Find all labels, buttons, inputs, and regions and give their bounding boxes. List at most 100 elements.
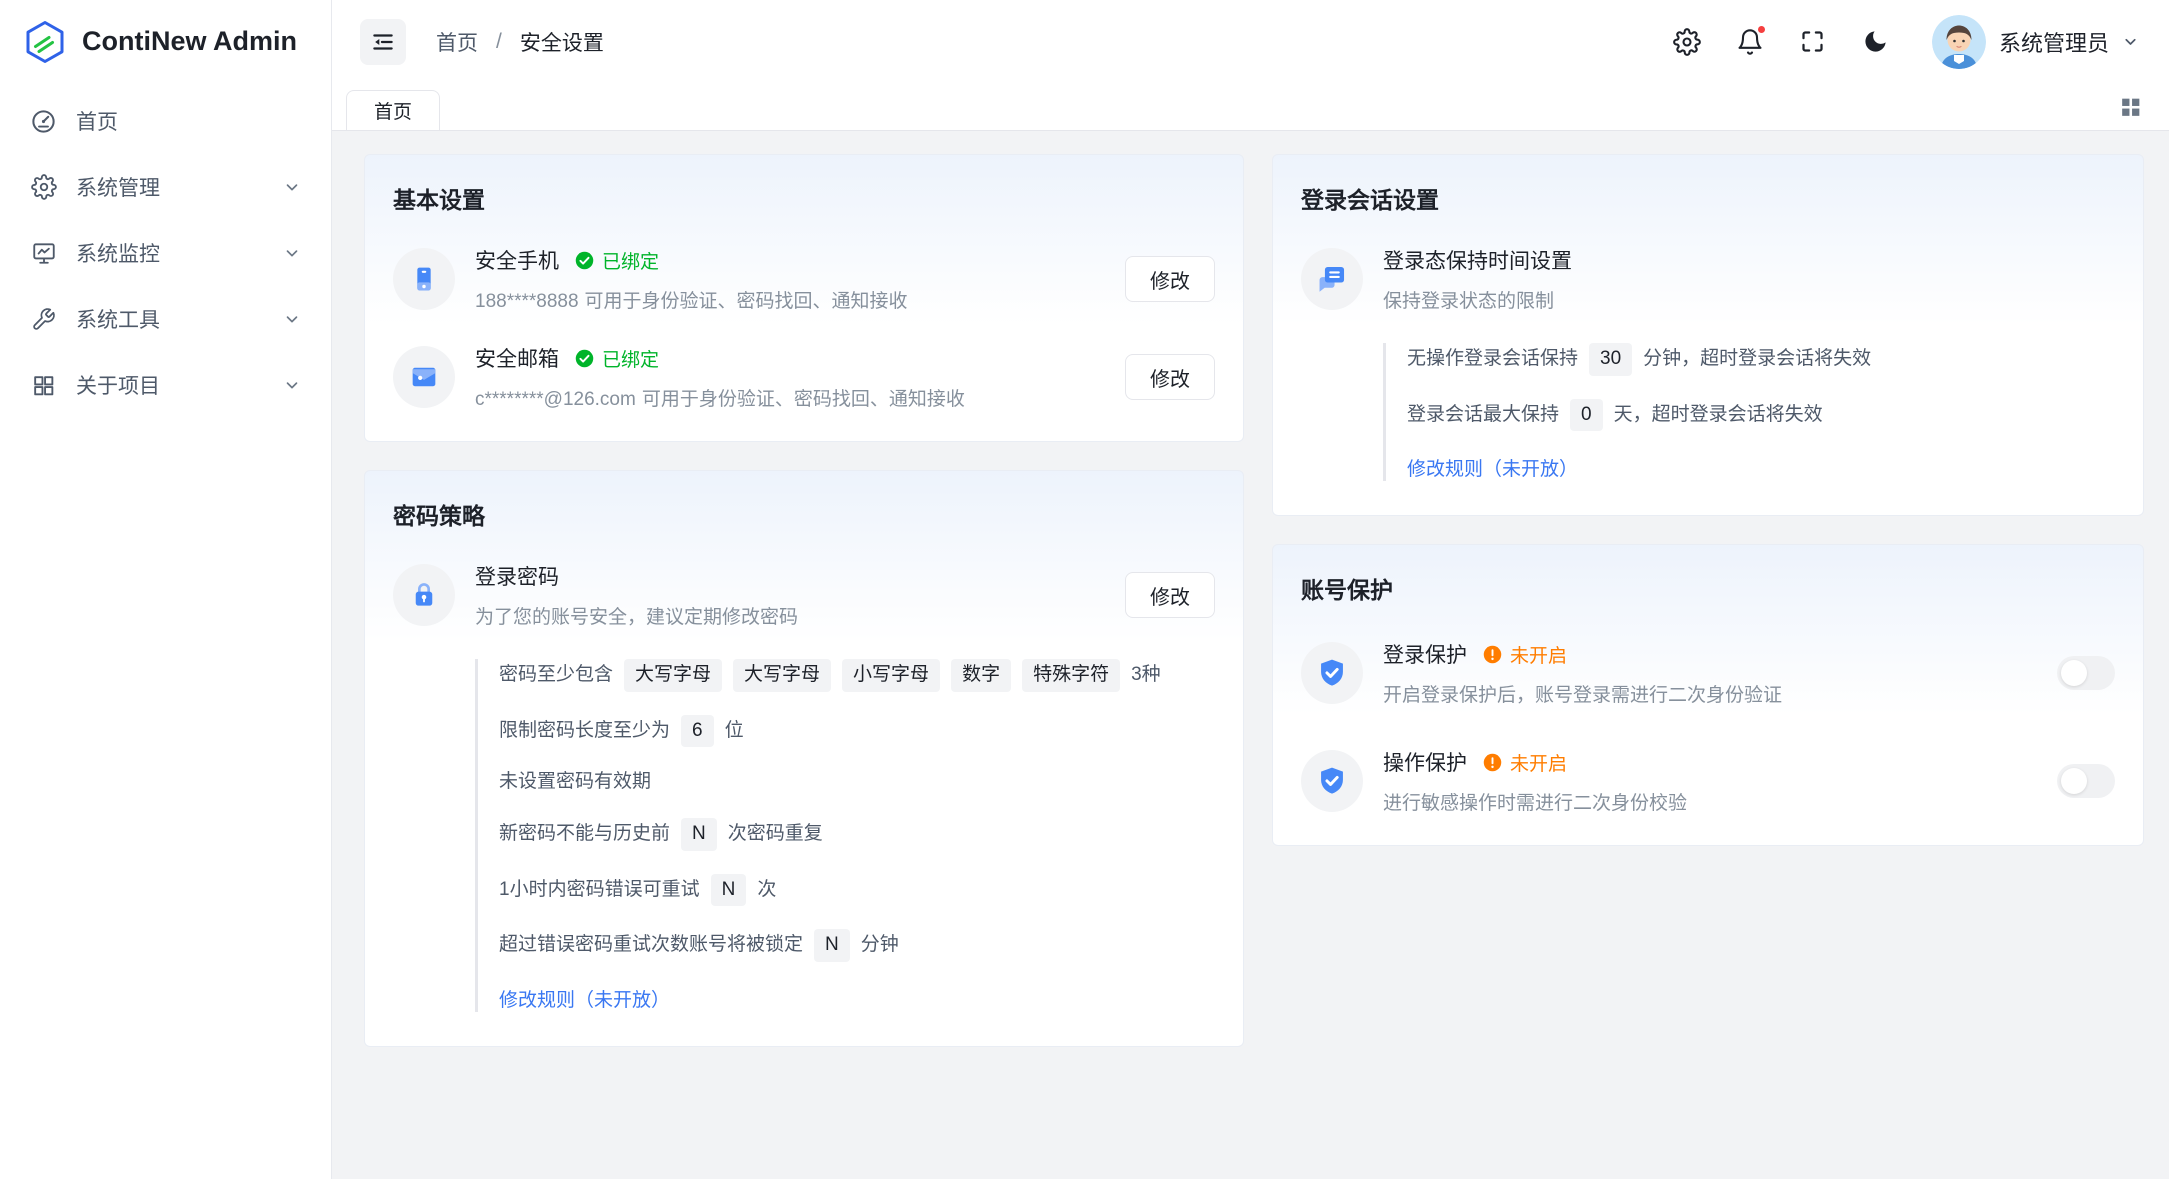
- card-title: 基本设置: [393, 181, 1215, 215]
- settings-gear-icon[interactable]: [1672, 27, 1702, 57]
- rule-lock: 超过错误密码重试次数账号将被锁定 N 分钟: [499, 929, 1215, 962]
- rule-length: 限制密码长度至少为 6 位: [499, 715, 1215, 748]
- modify-email-button[interactable]: 修改: [1125, 354, 1215, 400]
- fullscreen-icon[interactable]: [1798, 27, 1828, 57]
- tabbar: 首页: [332, 83, 2169, 131]
- sidebar: ContiNew Admin 首页: [0, 0, 332, 1179]
- breadcrumb-separator: /: [496, 30, 502, 54]
- sidebar-item-system-monitor[interactable]: 系统监控: [12, 225, 319, 281]
- chevron-down-icon: [283, 178, 301, 196]
- rule-idle-timeout: 无操作登录会话保持 30 分钟，超时登录会话将失效: [1407, 343, 2115, 376]
- bound-badge: 已绑定: [574, 345, 659, 372]
- app-window: ContiNew Admin 首页: [0, 0, 2169, 1179]
- value-box: N: [711, 874, 747, 907]
- modify-phone-button[interactable]: 修改: [1125, 256, 1215, 302]
- rule-text: 限制密码长度至少为: [499, 719, 670, 744]
- bell-icon[interactable]: [1735, 27, 1765, 57]
- breadcrumb: 首页 / 安全设置: [436, 27, 604, 57]
- rule-text: 新密码不能与历史前: [499, 822, 670, 847]
- modify-rules-link[interactable]: 修改规则（未开放）: [1407, 454, 1578, 481]
- operation-protection-toggle[interactable]: [2057, 764, 2115, 798]
- item-title: 登录态保持时间设置: [1383, 245, 1572, 275]
- rule-text: 无操作登录会话保持: [1407, 347, 1578, 372]
- item-desc: 进行敏感操作时需进行二次身份校验: [1383, 788, 2057, 815]
- sidebar-item-about[interactable]: 关于项目: [12, 357, 319, 413]
- login-password-info: 登录密码 为了您的账号安全，建议定期修改密码: [475, 561, 1125, 629]
- dashboard-icon: [30, 108, 57, 135]
- item-desc: 188****8888 可用于身份验证、密码找回、通知接收: [475, 286, 1125, 313]
- left-column: 基本设置 安全手机: [364, 154, 1244, 1179]
- rule-max-keep: 登录会话最大保持 0 天，超时登录会话将失效: [1407, 399, 2115, 432]
- item-desc: 为了您的账号安全，建议定期修改密码: [475, 602, 1125, 629]
- breadcrumb-home[interactable]: 首页: [436, 27, 478, 57]
- security-email-info: 安全邮箱 已绑定 c********@126.com可用于身份验证、密码找回、通…: [475, 343, 1125, 411]
- desc-text: 可用于身份验证、密码找回、通知接收: [585, 291, 908, 312]
- right-column: 登录会话设置 登录态保持时间设置: [1272, 154, 2144, 1179]
- item-title: 安全邮箱: [475, 343, 559, 373]
- rule-text: 3种: [1131, 663, 1161, 688]
- exclamation-circle-icon: [1482, 644, 1503, 665]
- badge-label: 未开启: [1510, 749, 1567, 776]
- rule-retry: 1小时内密码错误可重试 N 次: [499, 874, 1215, 907]
- login-protection-toggle[interactable]: [2057, 656, 2115, 690]
- gear-icon: [30, 174, 57, 201]
- login-protection-row: 登录保护 未开启 开启登录保护后，账号登录需进行二次身份验证: [1301, 639, 2115, 707]
- login-password-row: 登录密码 为了您的账号安全，建议定期修改密码 修改: [393, 561, 1215, 629]
- rule-text: 位: [725, 719, 744, 744]
- sidebar-collapse-button[interactable]: [360, 19, 406, 65]
- not-enabled-badge: 未开启: [1482, 749, 1567, 776]
- tag-uppercase: 大写字母: [624, 659, 722, 692]
- tag-digit: 数字: [951, 659, 1011, 692]
- chevron-down-icon: [283, 376, 301, 394]
- tag-lowercase: 小写字母: [842, 659, 940, 692]
- lock-icon: [393, 564, 455, 626]
- tab-home[interactable]: 首页: [346, 90, 440, 130]
- rule-history: 新密码不能与历史前 N 次密码重复: [499, 818, 1215, 851]
- badge-label: 已绑定: [602, 247, 659, 274]
- desc-text: 可用于身份验证、密码找回、通知接收: [642, 389, 965, 410]
- card-basic-settings: 基本设置 安全手机: [364, 154, 1244, 442]
- rule-text: 次: [757, 878, 776, 903]
- logo[interactable]: ContiNew Admin: [0, 0, 331, 83]
- phone-icon: [393, 248, 455, 310]
- user-menu[interactable]: 系统管理员: [1932, 15, 2139, 69]
- avatar: [1932, 15, 1986, 69]
- tag-uppercase: 大写字母: [733, 659, 831, 692]
- badge-label: 已绑定: [602, 345, 659, 372]
- modify-password-button[interactable]: 修改: [1125, 572, 1215, 618]
- sidebar-item-system-tools[interactable]: 系统工具: [12, 291, 319, 347]
- rule-text: 天，超时登录会话将失效: [1614, 403, 1823, 428]
- modify-rules-link[interactable]: 修改规则（未开放）: [499, 985, 670, 1012]
- apps-icon: [30, 372, 57, 399]
- check-circle-icon: [574, 348, 595, 369]
- check-circle-icon: [574, 250, 595, 271]
- security-phone-row: 安全手机 已绑定 188****8888 可用于身份验证、密码找回、通知接收: [393, 245, 1215, 313]
- page-content: 基本设置 安全手机: [332, 131, 2169, 1179]
- rule-text: 次密码重复: [728, 822, 823, 847]
- card-password-policy: 密码策略 登录密码: [364, 470, 1244, 1047]
- card-title: 账号保护: [1301, 571, 2115, 605]
- mail-icon: [393, 346, 455, 408]
- moon-dark-mode-icon[interactable]: [1861, 27, 1891, 57]
- sidebar-item-label: 系统监控: [76, 238, 283, 268]
- sidebar-item-system-management[interactable]: 系统管理: [12, 159, 319, 215]
- item-desc: 开启登录保护后，账号登录需进行二次身份验证: [1383, 680, 2057, 707]
- session-keep-row: 登录态保持时间设置 保持登录状态的限制: [1301, 245, 2115, 313]
- chevron-down-icon: [2122, 33, 2139, 50]
- main-area: 首页 / 安全设置: [332, 0, 2169, 1179]
- sidebar-item-home[interactable]: 首页: [12, 93, 319, 149]
- sidebar-menu: 首页 系统管理: [0, 83, 331, 433]
- value-box: 0: [1570, 399, 1603, 432]
- rule-expire: 未设置密码有效期: [499, 770, 1215, 795]
- value-box: 6: [681, 715, 714, 748]
- user-name: 系统管理员: [1999, 26, 2109, 58]
- item-title: 安全手机: [475, 245, 559, 275]
- masked-phone: 188****8888: [475, 291, 579, 312]
- card-session-settings: 登录会话设置 登录态保持时间设置: [1272, 154, 2144, 516]
- chat-icon: [1301, 248, 1363, 310]
- tab-grid-menu-icon[interactable]: [2118, 94, 2143, 119]
- sidebar-item-label: 系统工具: [76, 304, 283, 334]
- shield-icon: [1301, 750, 1363, 812]
- logo-icon: [22, 19, 68, 65]
- security-email-row: 安全邮箱 已绑定 c********@126.com可用于身份验证、密码找回、通…: [393, 343, 1215, 411]
